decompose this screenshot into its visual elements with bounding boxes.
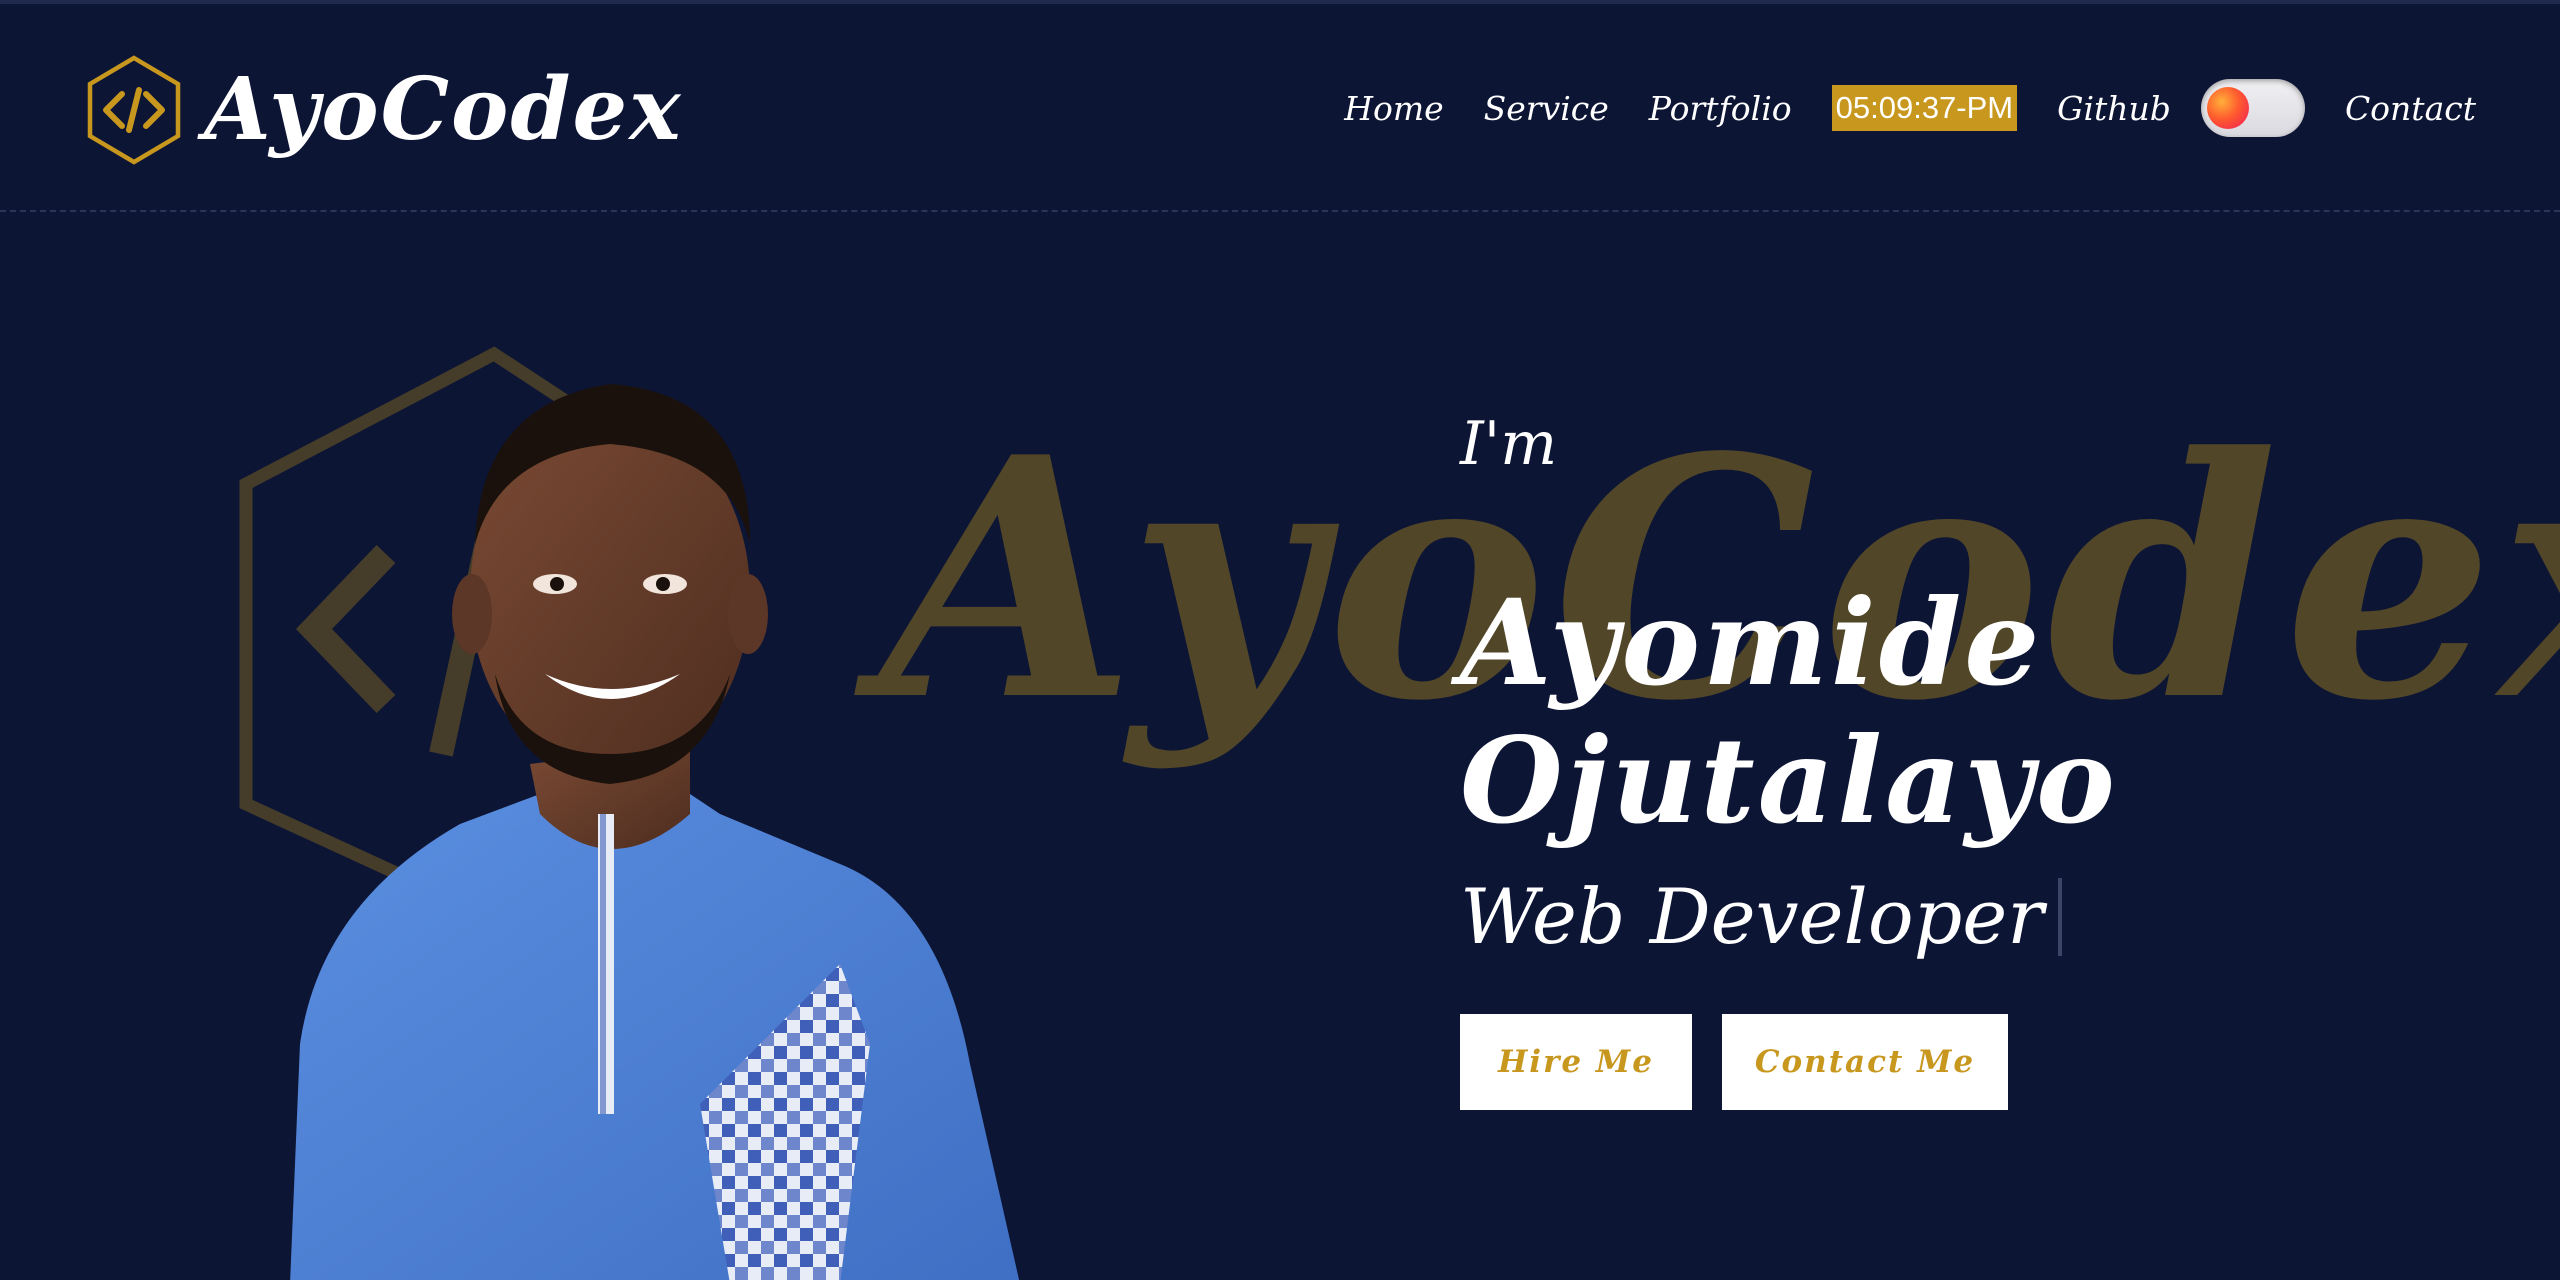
profile-photo	[290, 384, 1020, 1280]
site-header: AyoCodex Home Service Portfolio 05:09:37…	[0, 4, 2560, 212]
hero-role: Web Developer	[1460, 878, 2118, 956]
nav-home[interactable]: Home	[1344, 89, 1443, 128]
nav-service[interactable]: Service	[1484, 89, 1609, 128]
hero-name-first: Ayomide	[1460, 573, 2043, 712]
hero-name-last: Ojutalayo	[1460, 711, 2118, 850]
clock-display: 05:09:37-PM	[1831, 84, 2018, 132]
page: AyoCodex Home Service Portfolio 05:09:37…	[0, 0, 2560, 1280]
nav-portfolio[interactable]: Portfolio	[1649, 89, 1792, 128]
theme-toggle[interactable]	[2200, 79, 2305, 137]
hero-text: I'm Ayomide Ojutalayo Web Developer	[1460, 414, 2118, 956]
hero-intro: I'm	[1460, 409, 1558, 479]
brand-name: AyoCodex	[204, 59, 683, 160]
code-logo-icon	[87, 55, 181, 165]
typing-caret	[2057, 878, 2062, 956]
nav-contact[interactable]: Contact	[2345, 89, 2476, 128]
main-nav: Home Service Portfolio 05:09:37-PM Githu…	[1344, 66, 2476, 150]
hero-role-text: Web Developer	[1460, 872, 2044, 961]
toggle-knob	[2206, 87, 2249, 129]
brand[interactable]: AyoCodex	[86, 52, 683, 168]
hire-me-button[interactable]: Hire Me	[1460, 1014, 1692, 1110]
nav-github[interactable]: Github	[2057, 89, 2171, 128]
hero-name: Ayomide Ojutalayo	[1460, 574, 2118, 850]
hero-buttons: Hire Me Contact Me	[1460, 1014, 2008, 1110]
contact-me-button[interactable]: Contact Me	[1722, 1014, 2008, 1110]
